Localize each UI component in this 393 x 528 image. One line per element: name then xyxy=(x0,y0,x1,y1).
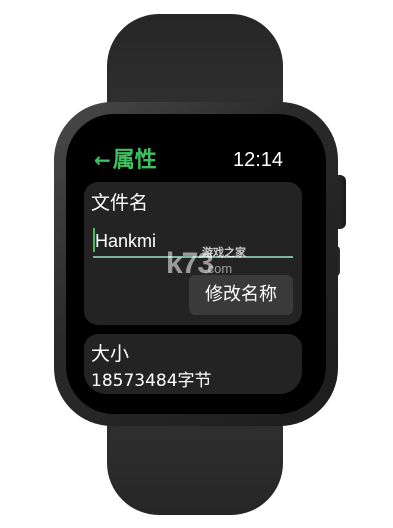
page-title: 属性 xyxy=(112,148,157,173)
clock-time: 12:14 xyxy=(233,149,284,171)
back-button[interactable]: ←属性 xyxy=(94,147,157,174)
watermark: k73 游戏之家 .com xyxy=(166,246,266,282)
watermark-domain: .com xyxy=(204,261,233,276)
back-arrow-icon: ← xyxy=(94,148,111,172)
filename-input-value: Hankmi xyxy=(95,231,157,251)
size-label: 大小 xyxy=(91,343,130,365)
watermark-tagline: 游戏之家 xyxy=(202,246,246,259)
size-value: 18573484字节 xyxy=(91,371,212,391)
filename-label: 文件名 xyxy=(91,192,149,214)
